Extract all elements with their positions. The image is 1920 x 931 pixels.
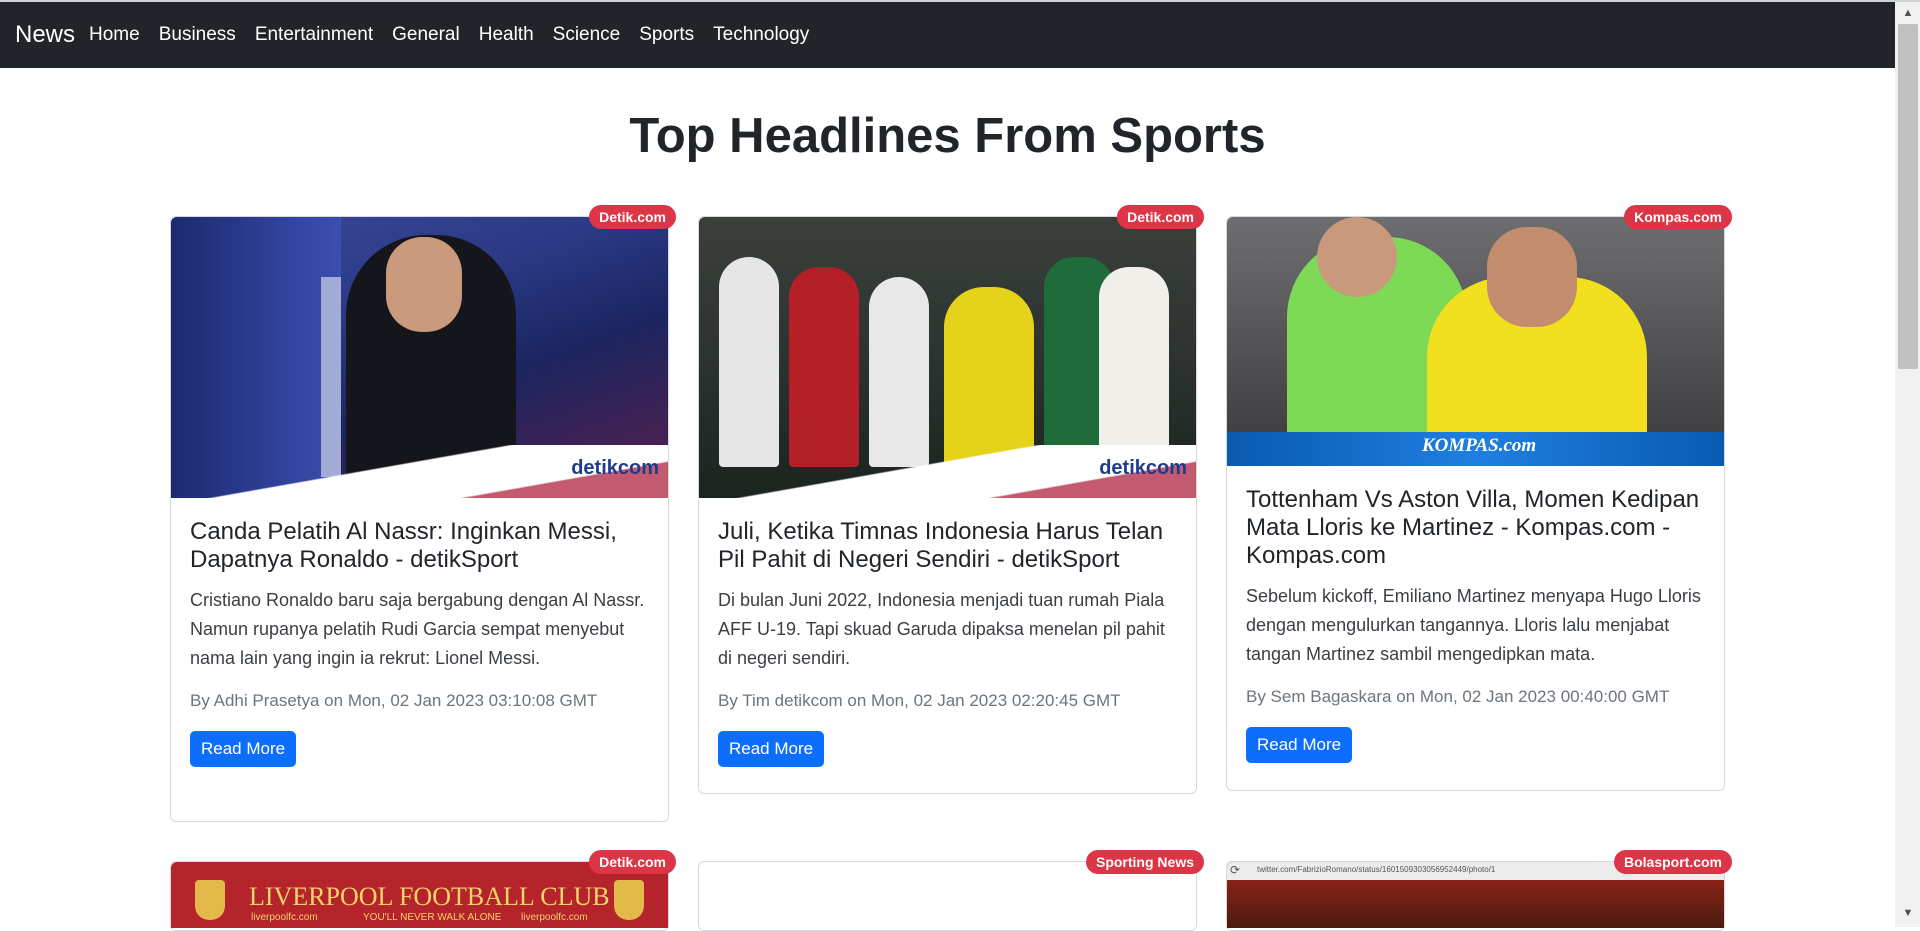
article-meta: By Sem Bagaskara on Mon, 02 Jan 2023 00:…: [1246, 687, 1670, 706]
nav-item-entertainment[interactable]: Entertainment: [255, 24, 373, 46]
source-badge: Detik.com: [589, 205, 676, 229]
article-description: Cristiano Ronaldo baru saja bergabung de…: [190, 590, 645, 668]
source-badge: Sporting News: [1085, 850, 1204, 874]
nav-item-home[interactable]: Home: [89, 24, 140, 46]
source-badge: Detik.com: [1117, 205, 1204, 229]
browser-url: twitter.com/FabrizioRomano/status/160150…: [1257, 865, 1496, 874]
nav-item-technology[interactable]: Technology: [713, 24, 809, 46]
nav-item-business[interactable]: Business: [159, 24, 236, 46]
read-more-button[interactable]: Read More: [1246, 727, 1353, 763]
article-meta: By Tim detikcom on Mon, 02 Jan 2023 02:2…: [718, 691, 1121, 710]
source-badge: Detik.com: [589, 850, 676, 874]
article-meta: By Adhi Prasetya on Mon, 02 Jan 2023 03:…: [190, 691, 598, 710]
article-image[interactable]: detikcom: [699, 217, 1196, 498]
detikcom-watermark: detikcom: [1099, 457, 1187, 479]
article-image[interactable]: detikcom: [171, 217, 668, 498]
detikcom-watermark: detikcom: [571, 457, 659, 479]
liverpool-sub-mid: YOU'LL NEVER WALK ALONE: [363, 912, 502, 923]
news-card: Detik.com detikcom Canda Pelatih Al Nass…: [170, 205, 676, 822]
liverpool-banner-text: LIVERPOOL FOOTBALL CLUB: [249, 882, 610, 911]
news-card: Detik.com LIVERPOOL FOOTBALL CLUB liverp…: [170, 850, 676, 931]
news-card: Kompas.com KOMPAS.com Tottenham Vs Aston…: [1226, 205, 1732, 791]
page-title: Top Headlines From Sports: [629, 109, 1266, 163]
article-title: Juli, Ketika Timnas Indonesia Harus Tela…: [718, 518, 1164, 573]
scroll-up-arrow-icon[interactable]: ▲: [1901, 6, 1915, 20]
read-more-button[interactable]: Read More: [190, 731, 297, 767]
nav-item-general[interactable]: General: [392, 24, 460, 46]
article-image[interactable]: KOMPAS.com: [1227, 217, 1724, 466]
liverpool-sub-left: liverpoolfc.com: [251, 912, 318, 923]
news-card: Sporting News: [698, 850, 1204, 931]
article-title: Canda Pelatih Al Nassr: Inginkan Messi, …: [190, 518, 617, 573]
source-badge: Kompas.com: [1624, 205, 1732, 229]
scroll-down-arrow-icon[interactable]: ▼: [1901, 906, 1915, 920]
nav-item-health[interactable]: Health: [479, 24, 534, 46]
brand-logo[interactable]: News: [15, 21, 75, 49]
navbar: News Home Business Entertainment General…: [0, 2, 1895, 68]
news-card: Detik.com detikcom Juli, Ketika Timnas I…: [698, 205, 1204, 794]
article-description: Sebelum kickoff, Emiliano Martinez menya…: [1246, 586, 1701, 664]
article-title: Tottenham Vs Aston Villa, Momen Kedipan …: [1246, 486, 1700, 569]
news-card: Bolasport.com ⟳ twitter.com/FabrizioRoma…: [1226, 850, 1732, 931]
nav-item-sports[interactable]: Sports: [639, 24, 694, 46]
liverpool-crest-icon: [195, 880, 225, 920]
source-badge: Bolasport.com: [1613, 850, 1732, 874]
liverpool-crest-icon: [614, 880, 644, 920]
reload-icon: ⟳: [1230, 863, 1241, 877]
liverpool-sub-right: liverpoolfc.com: [521, 912, 588, 923]
nav-item-science[interactable]: Science: [553, 24, 621, 46]
kompas-watermark: KOMPAS.com: [1422, 435, 1537, 456]
scrollbar-thumb[interactable]: [1898, 24, 1918, 369]
article-description: Di bulan Juni 2022, Indonesia menjadi tu…: [718, 590, 1165, 668]
read-more-button[interactable]: Read More: [718, 731, 825, 767]
